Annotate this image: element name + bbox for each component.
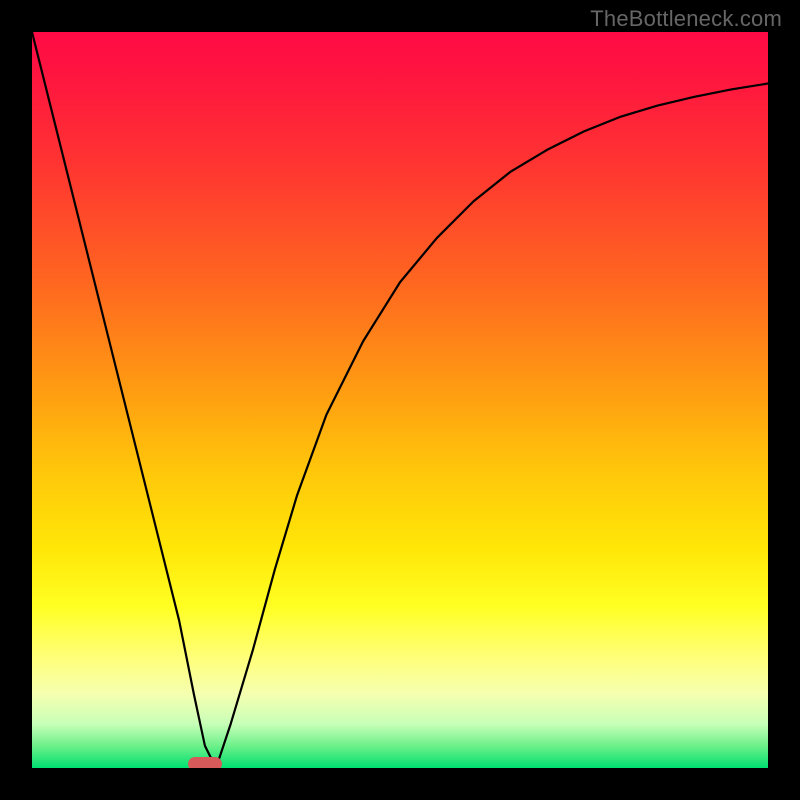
plot-area <box>32 32 768 768</box>
bottleneck-curve <box>32 32 768 768</box>
optimum-marker <box>188 757 222 768</box>
attribution-label: TheBottleneck.com <box>590 6 782 32</box>
chart-frame: TheBottleneck.com <box>0 0 800 800</box>
